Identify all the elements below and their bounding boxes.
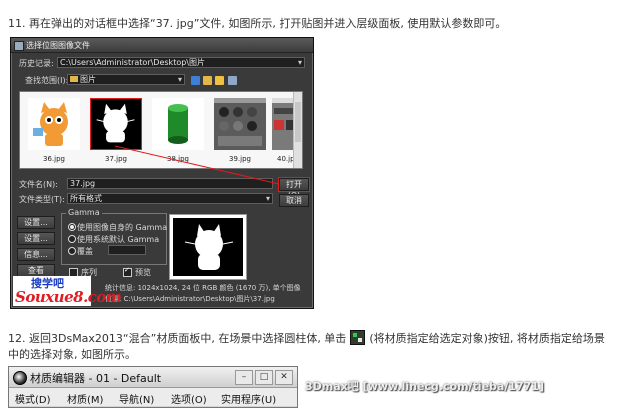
close-icon[interactable]: ✕ — [275, 370, 293, 385]
material-editor-menubar: 模式(D) 材质(M) 导航(N) 选项(O) 实用程序(U) — [9, 388, 297, 406]
white-cat-preview-icon — [184, 224, 234, 270]
3dsmax-app-icon — [13, 371, 27, 385]
minimize-icon[interactable]: – — [235, 370, 253, 385]
step-12-paragraph: 12. 返回3DsMax2013“混合”材质面板中, 在场景中选择圆柱体, 单击… — [8, 330, 608, 363]
gamma-radio-system[interactable] — [68, 235, 76, 243]
info-button[interactable]: 信息... — [17, 248, 55, 261]
gamma-radio-own[interactable] — [68, 223, 76, 231]
menu-utilities[interactable]: 实用程序(U) — [221, 391, 276, 406]
menu-options[interactable]: 选项(O) — [171, 391, 207, 406]
devices-button[interactable]: 设置... — [17, 232, 55, 245]
souxue8-logo: 搜学吧 Souxue8.com — [13, 276, 122, 306]
menu-mode[interactable]: 模式(D) — [15, 391, 51, 406]
material-editor-title: 材质编辑器 - 01 - Default — [30, 372, 162, 385]
gamma-override-spinner[interactable] — [108, 245, 146, 255]
menu-navigation[interactable]: 导航(N) — [119, 391, 154, 406]
image-preview — [169, 214, 247, 280]
maximize-icon[interactable]: □ — [255, 370, 273, 385]
stats-line: 统计信息: 1024x1024, 24 位 RGB 颜色 (1670 万), 单… — [105, 284, 301, 292]
gamma-label: Gamma — [66, 208, 102, 217]
material-editor-titlebar[interactable]: 材质编辑器 - 01 - Default – □ ✕ — [9, 367, 297, 388]
material-editor-window: 材质编辑器 - 01 - Default – □ ✕ 模式(D) 材质(M) 导… — [8, 366, 298, 408]
step12-before-text: 12. 返回3DsMax2013“混合”材质面板中, 在场景中选择圆柱体, 单击 — [8, 332, 347, 345]
setup-button[interactable]: 设置... — [17, 216, 55, 229]
gamma-option-label: 使用图像自身的 Gamma — [77, 223, 168, 232]
gamma-option-label: 使用系统默认 Gamma — [77, 235, 160, 244]
gamma-radio-override[interactable] — [68, 247, 76, 255]
annotation-arrow — [114, 145, 280, 185]
path-line: 位置: C:\Users\Administrator\Desktop\图片\37… — [105, 295, 275, 303]
gamma-option-label: 覆盖 — [77, 247, 93, 256]
preview-checkbox[interactable] — [123, 266, 132, 277]
logo-bottom-text: Souxue8.com — [15, 288, 122, 306]
assign-material-icon — [350, 330, 366, 345]
gamma-group: Gamma 使用图像自身的 Gamma 使用系统默认 Gamma 覆盖 — [61, 208, 168, 265]
preview-label: 预览 — [135, 268, 151, 277]
step-11-paragraph: 11. 再在弹出的对话框中选择“37. jpg”文件, 如图所示, 打开贴图并进… — [8, 17, 507, 30]
select-bitmap-dialog: 选择位图图像文件 历史记录: C:\Users\Administrator\De… — [10, 37, 314, 309]
site-watermark: 3Dmax吧 [www.linecg.com/tieba/1771] — [305, 380, 544, 393]
menu-material[interactable]: 材质(M) — [67, 391, 103, 406]
